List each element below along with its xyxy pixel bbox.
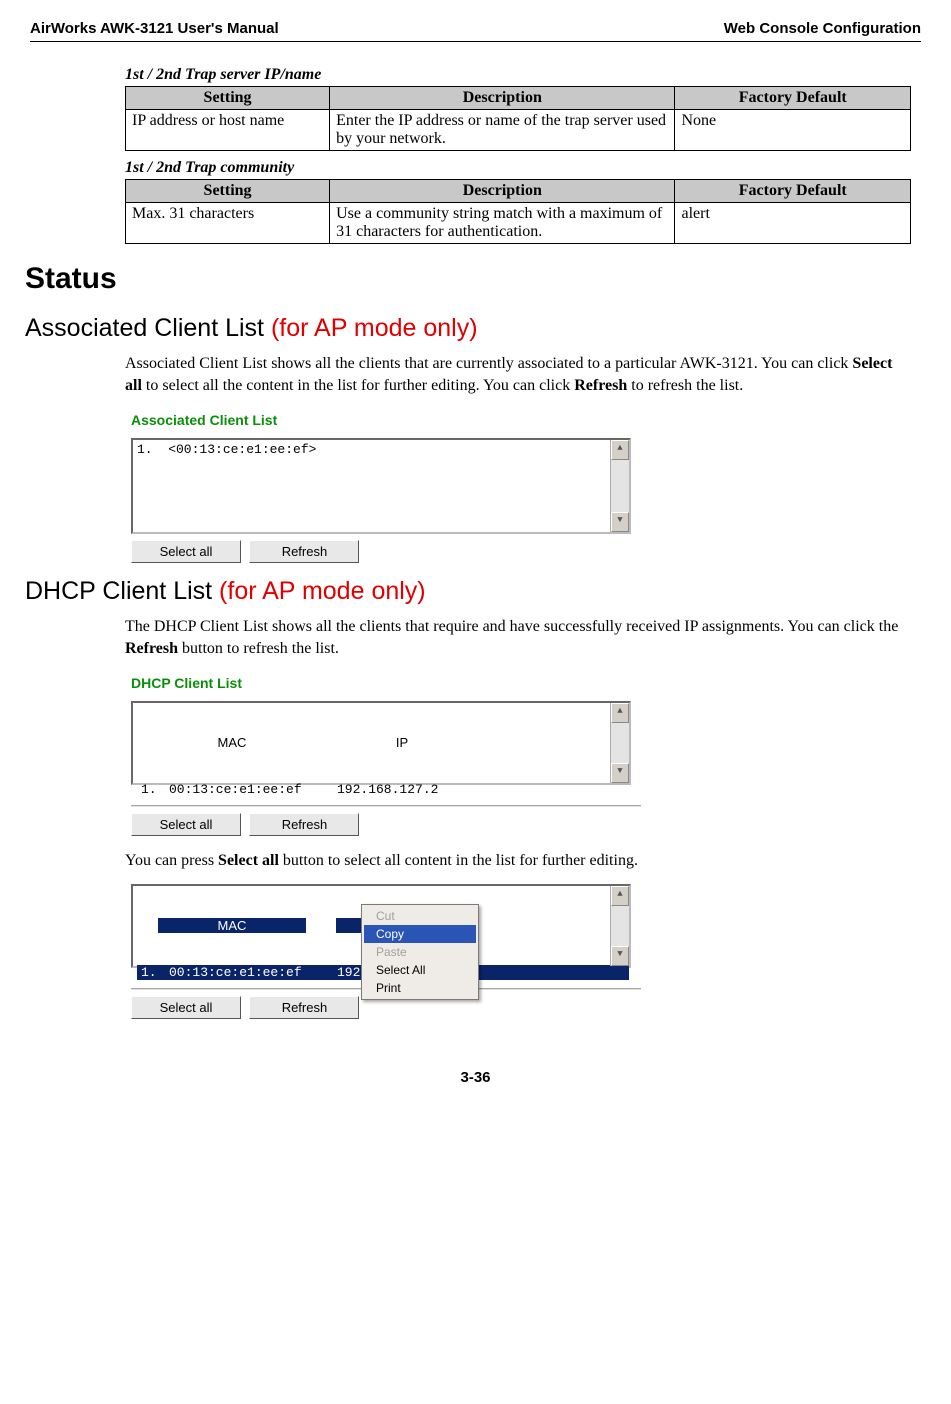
- col-mac: MAC: [137, 918, 327, 933]
- assoc-panel: Associated Client List 1. <00:13:ce:e1:e…: [125, 408, 645, 563]
- dhcp-listbox-selected[interactable]: MAC IP 1. 00:13:ce:e1:ee:ef 192.168.127.…: [131, 884, 631, 968]
- menu-select-all[interactable]: Select All: [364, 961, 476, 979]
- table1-title: 1st / 2nd Trap server IP/name: [125, 66, 911, 84]
- col-mac: MAC: [137, 735, 327, 750]
- header-rule: [30, 41, 921, 42]
- th-default: Factory Default: [675, 180, 911, 203]
- select-all-button[interactable]: Select all: [131, 540, 241, 563]
- page-number: 3-36: [30, 1069, 921, 1086]
- dhcp-heading: DHCP Client List (for AP mode only): [25, 577, 921, 606]
- th-setting: Setting: [126, 180, 330, 203]
- assoc-panel-title: Associated Client List: [125, 408, 645, 438]
- scroll-down-icon[interactable]: ▼: [611, 946, 629, 966]
- row-ip: 192.168.127.2: [337, 782, 477, 797]
- menu-print[interactable]: Print: [364, 979, 476, 997]
- dhcp-paragraph: The DHCP Client List shows all the clien…: [125, 616, 911, 659]
- scroll-down-icon[interactable]: ▼: [611, 763, 629, 783]
- row-index: 1.: [141, 782, 169, 797]
- cell-desc: Enter the IP address or name of the trap…: [330, 110, 675, 151]
- table2-title: 1st / 2nd Trap community: [125, 159, 911, 177]
- scroll-up-icon[interactable]: ▲: [611, 886, 629, 906]
- row-mac: 00:13:ce:e1:ee:ef: [169, 965, 337, 980]
- assoc-paragraph: Associated Client List shows all the cli…: [125, 353, 911, 396]
- trap-community-table: Setting Description Factory Default Max.…: [125, 179, 911, 244]
- dhcp-panel-selected: MAC IP 1. 00:13:ce:e1:ee:ef 192.168.127.…: [125, 884, 645, 1019]
- dhcp-heading-red: (for AP mode only): [219, 577, 426, 605]
- col-ip: IP: [327, 735, 477, 750]
- scrollbar[interactable]: ▲ ▼: [610, 440, 629, 532]
- cell-default: None: [675, 110, 911, 151]
- cell-desc: Use a community string match with a maxi…: [330, 203, 675, 244]
- assoc-heading-red: (for AP mode only): [271, 314, 478, 342]
- dhcp-heading-text: DHCP Client List: [25, 577, 219, 605]
- menu-paste: Paste: [364, 943, 476, 961]
- th-default: Factory Default: [675, 87, 911, 110]
- list-item[interactable]: 1. 00:13:ce:e1:ee:ef 192.168.127.2: [137, 782, 629, 797]
- refresh-button[interactable]: Refresh: [249, 540, 359, 563]
- header-right: Web Console Configuration: [724, 20, 921, 37]
- th-desc: Description: [330, 87, 675, 110]
- th-setting: Setting: [126, 87, 330, 110]
- row-index: 1.: [141, 965, 169, 980]
- cell-setting: IP address or host name: [126, 110, 330, 151]
- dhcp-paragraph-2: You can press Select all button to selec…: [125, 850, 911, 872]
- dhcp-panel: DHCP Client List MAC IP 1. 00:13:ce:e1:e…: [125, 671, 645, 836]
- dhcp-listbox[interactable]: MAC IP 1. 00:13:ce:e1:ee:ef 192.168.127.…: [131, 701, 631, 785]
- row-mac: 00:13:ce:e1:ee:ef: [169, 782, 337, 797]
- scroll-down-icon[interactable]: ▼: [611, 512, 629, 532]
- context-menu[interactable]: Cut Copy Paste Select All Print: [361, 904, 479, 1000]
- th-desc: Description: [330, 180, 675, 203]
- scroll-up-icon[interactable]: ▲: [611, 703, 629, 723]
- status-heading: Status: [25, 262, 921, 296]
- cell-setting: Max. 31 characters: [126, 203, 330, 244]
- trap-server-table: Setting Description Factory Default IP a…: [125, 86, 911, 151]
- cell-default: alert: [675, 203, 911, 244]
- dhcp-panel-title: DHCP Client List: [125, 671, 645, 701]
- scroll-up-icon[interactable]: ▲: [611, 440, 629, 460]
- dhcp-list-header: MAC IP: [137, 735, 629, 752]
- table-row: IP address or host name Enter the IP add…: [126, 110, 911, 151]
- table-row: Max. 31 characters Use a community strin…: [126, 203, 911, 244]
- scrollbar[interactable]: ▲ ▼: [610, 703, 629, 783]
- menu-cut: Cut: [364, 907, 476, 925]
- menu-copy[interactable]: Copy: [364, 925, 476, 943]
- assoc-heading: Associated Client List (for AP mode only…: [25, 314, 921, 343]
- assoc-heading-text: Associated Client List: [25, 314, 271, 342]
- scrollbar[interactable]: ▲ ▼: [610, 886, 629, 966]
- assoc-list-line: 1. <00:13:ce:e1:ee:ef>: [133, 440, 629, 459]
- header-left: AirWorks AWK-3121 User's Manual: [30, 20, 279, 37]
- assoc-listbox[interactable]: 1. <00:13:ce:e1:ee:ef> ▲ ▼: [131, 438, 631, 534]
